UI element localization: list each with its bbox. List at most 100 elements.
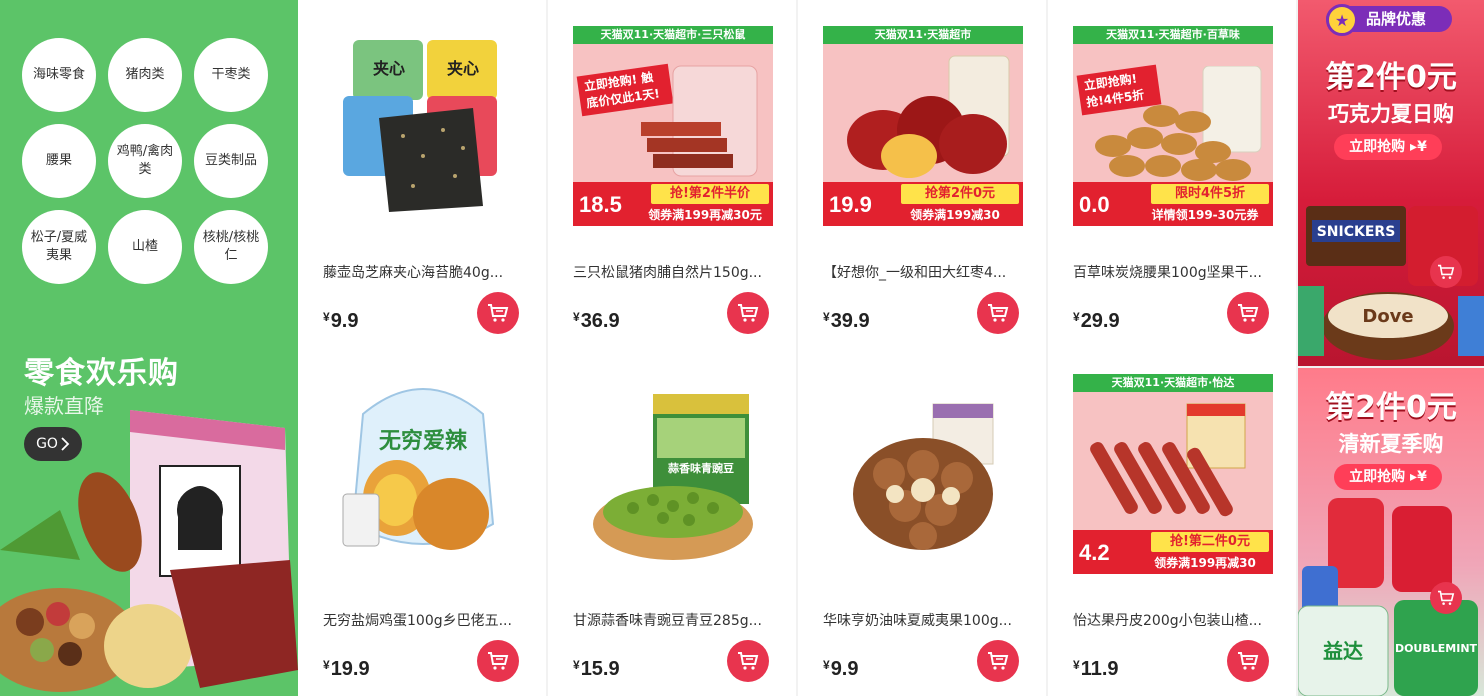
product-name[interactable]: 甘源蒜香味青豌豆青豆285g... [573,610,773,630]
category-item-pork[interactable]: 猪肉类 [108,38,182,112]
product-price: ¥29.9 [1073,310,1120,333]
chocolate-ad-banner[interactable]: 品牌优惠 ★ 第2件0元 巧克力夏日购 立即抢购 ▸¥ SNICKERS Dov… [1298,0,1484,366]
ad-title: 第2件0元 [1325,60,1457,95]
product-price: ¥9.9 [823,658,859,681]
svg-text:蒜香味青豌豆: 蒜香味青豌豆 [668,461,734,475]
snack-assortment-illustration [0,410,298,692]
currency-symbol: ¥ [823,658,830,672]
star-icon: ★ [1326,4,1358,36]
add-to-cart-button[interactable] [977,640,1019,682]
product-price: ¥39.9 [823,310,870,333]
product-image [853,403,994,550]
jerky-illustration [641,65,758,177]
banner-header: 天猫双11·天猫超市 [823,26,1023,44]
price-value: 29.9 [1080,310,1120,332]
add-to-cart-button[interactable] [1430,582,1462,614]
currency-symbol: ¥ [573,658,580,672]
category-item-pine-nuts[interactable]: 松子/夏威夷果 [22,210,96,284]
product-image: 天猫双11·天猫超市 19.9 抢第2件0元 领券满199减30 [823,26,1023,226]
banner-footer: 4.2 抢!第二件0元 领券满199再减30 [1073,530,1273,574]
category-item-poultry[interactable]: 鸡鸭/禽肉类 [108,124,182,198]
product-name[interactable]: 怡达果丹皮200g小包装山楂... [1073,610,1273,630]
category-panel: 海味零食 猪肉类 干枣类 腰果 鸡鸭/禽肉类 豆类制品 松子/夏威夷果 山楂 核… [0,0,298,696]
add-to-cart-button[interactable] [1227,640,1269,682]
product-name[interactable]: 无穷盐焗鸡蛋100g乡巴佬五... [323,610,523,630]
ad-buy-now-button[interactable]: 立即抢购 ▸¥ [1334,134,1442,160]
product-price: ¥19.9 [323,658,370,681]
product-card[interactable]: 无穷爱辣 无穷盐焗鸡蛋100g乡巴佬五... ¥19.9 [298,348,546,696]
add-to-cart-button[interactable] [477,640,519,682]
ad-subtitle: 清新夏季购 [1338,432,1444,456]
svg-text:夹心: 夹心 [447,59,479,78]
cart-icon [488,304,509,322]
product-name[interactable]: 华味亨奶油味夏威夷果100g... [823,610,1023,630]
cart-icon [1438,590,1455,605]
product-card[interactable]: 蒜香味青豌豆 甘源蒜香味青豌豆青豆285g... ¥15.9 [548,348,796,696]
product-card[interactable]: 华味亨奶油味夏威夷果100g... ¥9.9 [798,348,1046,696]
category-item-dried-dates[interactable]: 干枣类 [194,38,268,112]
svg-text:Dove: Dove [1362,306,1413,327]
svg-text:无穷爱辣: 无穷爱辣 [379,428,468,454]
product-card[interactable]: 夹心 夹心 藤壶岛芝麻夹心海苔脆40g... ¥9.9 [298,0,546,348]
banner-footer: 0.0 限时4件5折 详情领199-30元券 [1073,182,1273,226]
banner-note: 领券满199减30 [910,208,1000,222]
add-to-cart-button[interactable] [477,292,519,334]
cart-icon [988,304,1009,322]
cashew-illustration [1095,66,1262,181]
brand-ads-column: 品牌优惠 ★ 第2件0元 巧克力夏日购 立即抢购 ▸¥ SNICKERS Dov… [1298,0,1484,696]
add-to-cart-button[interactable] [727,292,769,334]
banner-note: 领券满199再减30元 [648,208,762,222]
svg-text:夹心: 夹心 [373,59,405,78]
product-name[interactable]: 百草味炭烧腰果100g坚果干... [1073,262,1273,282]
product-image: 天猫双11·天猫超市·百草味 立即抢购! 抢!4件5折 0.0 限时4件5折 详… [1073,26,1273,226]
add-to-cart-button[interactable] [727,640,769,682]
svg-text:DOUBLEMINT: DOUBLEMINT [1395,642,1478,655]
cart-icon [1238,304,1259,322]
ad-subtitle: 巧克力夏日购 [1328,102,1454,126]
gum-ad-banner[interactable]: 第2件0元 清新夏季购 立即抢购 ▸¥ 益达 DOUBLEMINT [1298,368,1484,696]
product-card[interactable]: 天猫双11·天猫超市 19.9 抢第2件0元 领券满199减30 【好想你_一级… [798,0,1046,348]
red-dates-illustration [847,55,1010,178]
banner-note: 详情领199-30元券 [1151,208,1259,222]
price-value: 9.9 [830,658,859,680]
product-price: ¥9.9 [323,310,359,333]
product-name[interactable]: 【好想你_一级和田大红枣4... [823,262,1023,282]
currency-symbol: ¥ [323,310,330,324]
price-value: 15.9 [580,658,620,680]
product-card[interactable]: 天猫双11·天猫超市·百草味 立即抢购! 抢!4件5折 0.0 限时4件5折 详… [1048,0,1296,348]
banner-tag: 抢!第2件半价 [651,184,769,204]
add-to-cart-button[interactable] [977,292,1019,334]
ad-buy-now-button[interactable]: 立即抢购 ▸¥ [1334,464,1442,490]
cart-icon [488,652,509,670]
category-grid: 海味零食 猪肉类 干枣类 腰果 鸡鸭/禽肉类 豆类制品 松子/夏威夷果 山楂 核… [22,38,272,284]
banner-tag: 抢第2件0元 [901,184,1019,204]
category-item-cashew[interactable]: 腰果 [22,124,96,198]
category-item-hawthorn[interactable]: 山楂 [108,210,182,284]
currency-symbol: ¥ [323,658,330,672]
category-item-beans[interactable]: 豆类制品 [194,124,268,198]
add-to-cart-button[interactable] [1227,292,1269,334]
price-value: 9.9 [330,310,359,332]
category-item-seafood-snacks[interactable]: 海味零食 [22,38,96,112]
product-image: 天猫双11·天猫超市·三只松鼠 立即抢购! 触底价仅此1天! 18.5 抢!第2… [573,26,773,226]
cart-icon [988,652,1009,670]
cart-icon [1438,264,1455,279]
banner-note: 领券满199再减30 [1154,556,1256,570]
banner-header: 天猫双11·天猫超市·怡达 [1073,374,1273,392]
add-to-cart-button[interactable] [1430,256,1462,288]
banner-header: 天猫双11·天猫超市·百草味 [1073,26,1273,44]
category-item-walnut[interactable]: 核桃/核桃仁 [194,210,268,284]
product-price: ¥36.9 [573,310,620,333]
product-card[interactable]: 天猫双11·天猫超市·怡达 4.2 抢!第二件0元 领券满199再减30 怡达果… [1048,348,1296,696]
product-image: 无穷爱辣 [342,388,495,550]
product-name[interactable]: 三只松鼠猪肉脯自然片150g... [573,262,773,282]
price-value: 11.9 [1080,658,1119,680]
ad-title: 第2件0元 [1325,390,1457,425]
product-image: 夹心 夹心 [343,40,497,212]
svg-text:SNICKERS: SNICKERS [1317,224,1396,240]
product-card[interactable]: 天猫双11·天猫超市·三只松鼠 立即抢购! 触底价仅此1天! 18.5 抢!第2… [548,0,796,348]
svg-text:益达: 益达 [1323,639,1363,663]
product-name[interactable]: 藤壶岛芝麻夹心海苔脆40g... [323,262,523,282]
currency-symbol: ¥ [1073,658,1080,672]
product-price: ¥11.9 [1073,658,1119,681]
